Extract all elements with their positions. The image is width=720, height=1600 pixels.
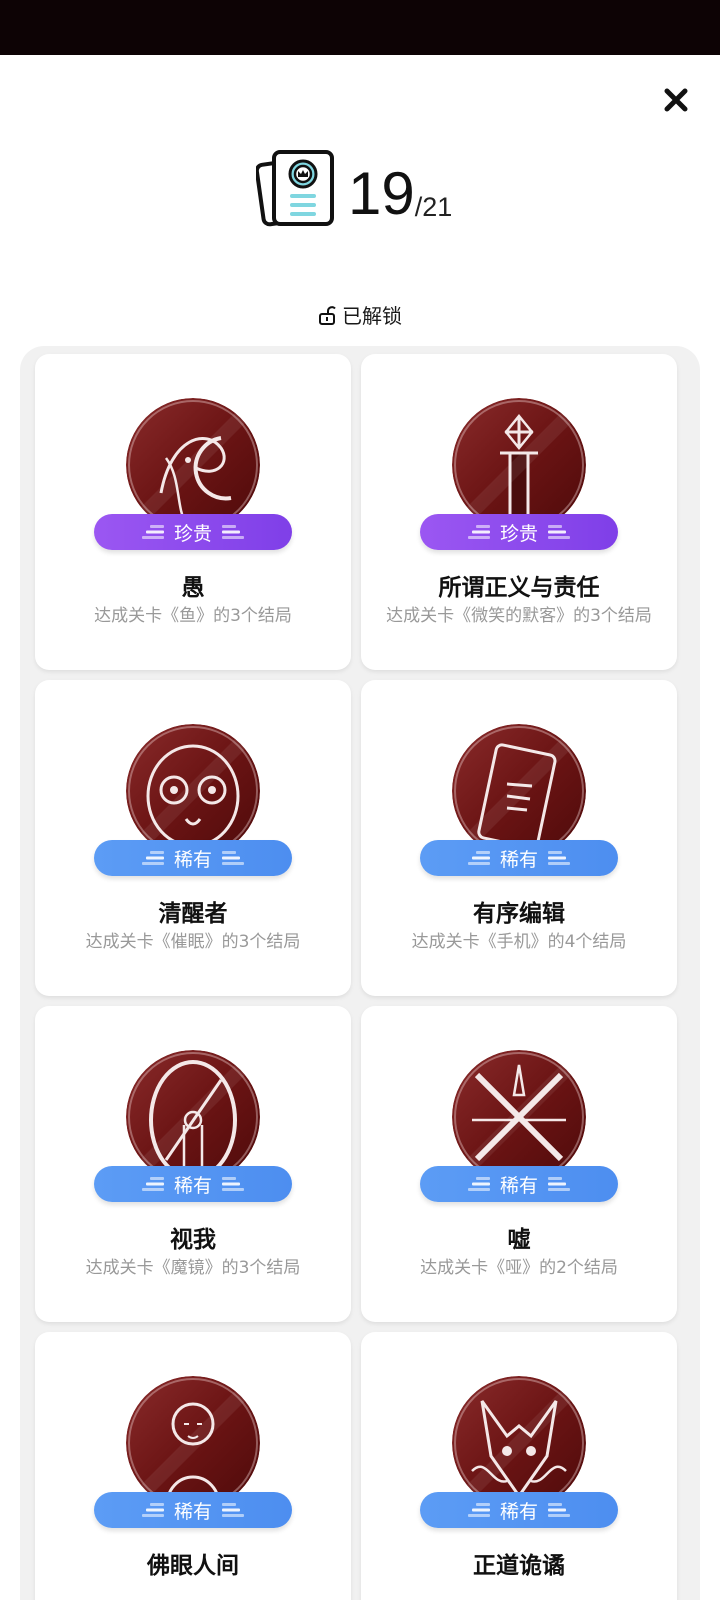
achievement-title: 正道诡谲 xyxy=(473,1553,565,1579)
rarity-label: 稀有 xyxy=(499,848,538,871)
rarity-badge: 稀有 xyxy=(94,1166,292,1202)
rarity-label: 稀有 xyxy=(173,1174,212,1197)
badge-decoration-icon xyxy=(467,1503,490,1517)
achievement-card[interactable]: 稀有 清醒者 达成关卡《催眠》的3个结局 xyxy=(35,680,351,996)
achievement-card[interactable]: 稀有 视我 达成关卡《魔镜》的3个结局 xyxy=(35,1006,351,1322)
rarity-badge: 稀有 xyxy=(94,840,292,876)
achievement-card[interactable]: 稀有 佛眼人间 xyxy=(35,1332,351,1600)
achievement-description: 达成关卡《手机》的4个结局 xyxy=(411,932,627,952)
rarity-badge: 珍贵 xyxy=(94,514,292,550)
achievement-medal-image xyxy=(126,1376,260,1510)
achievement-card[interactable]: 稀有 正道诡谲 xyxy=(361,1332,677,1600)
achievement-medal-image xyxy=(126,724,260,858)
achievements-grid: 珍贵 愚 达成关卡《鱼》的3个结局 珍贵 所谓正义与责任 达成关卡《微笑的默客》… xyxy=(20,346,700,1600)
unlocked-count: 19 xyxy=(348,160,415,227)
book-crown-icon xyxy=(256,150,334,227)
badge-decoration-icon xyxy=(548,1177,570,1191)
rarity-badge: 珍贵 xyxy=(420,514,618,550)
achievement-title: 嘘 xyxy=(507,1227,531,1253)
status-bar xyxy=(0,0,720,55)
achievement-title: 佛眼人间 xyxy=(147,1553,239,1579)
achievement-description: 达成关卡《催眠》的3个结局 xyxy=(85,932,301,952)
achievement-medal-image xyxy=(452,1050,586,1184)
badge-decoration-icon xyxy=(467,851,490,865)
rarity-label: 稀有 xyxy=(173,848,212,871)
achievement-medal-image xyxy=(452,1376,586,1510)
achievement-description: 达成关卡《鱼》的3个结局 xyxy=(94,606,292,626)
achievement-description: 达成关卡《魔镜》的3个结局 xyxy=(85,1258,301,1278)
badge-decoration-icon xyxy=(467,525,490,539)
rarity-label: 稀有 xyxy=(499,1500,538,1523)
rarity-label: 稀有 xyxy=(173,1500,212,1523)
badge-decoration-icon xyxy=(222,525,244,539)
badge-decoration-icon xyxy=(141,1177,164,1191)
unlock-icon xyxy=(319,305,336,325)
badge-decoration-icon xyxy=(222,1503,244,1517)
badge-decoration-icon xyxy=(222,1177,244,1191)
achievement-card[interactable]: 稀有 有序编辑 达成关卡《手机》的4个结局 xyxy=(361,680,677,996)
rarity-badge: 稀有 xyxy=(94,1492,292,1528)
rarity-badge: 稀有 xyxy=(420,1492,618,1528)
badge-decoration-icon xyxy=(222,851,244,865)
badge-decoration-icon xyxy=(548,851,570,865)
achievement-description: 达成关卡《哑》的2个结局 xyxy=(420,1258,618,1278)
section-title: 已解锁 xyxy=(0,300,720,329)
achievement-title: 清醒者 xyxy=(158,901,228,927)
achievement-medal-image xyxy=(126,398,260,532)
rarity-badge: 稀有 xyxy=(420,1166,618,1202)
rarity-label: 珍贵 xyxy=(499,522,538,545)
section-title-label: 已解锁 xyxy=(342,304,402,328)
badge-decoration-icon xyxy=(141,525,164,539)
achievement-medal-image xyxy=(126,1050,260,1184)
total-count: /21 xyxy=(414,192,453,222)
achievement-card[interactable]: 珍贵 愚 达成关卡《鱼》的3个结局 xyxy=(35,354,351,670)
close-button[interactable] xyxy=(658,82,694,118)
achievement-card[interactable]: 稀有 嘘 达成关卡《哑》的2个结局 xyxy=(361,1006,677,1322)
rarity-badge: 稀有 xyxy=(420,840,618,876)
achievement-card[interactable]: 珍贵 所谓正义与责任 达成关卡《微笑的默客》的3个结局 xyxy=(361,354,677,670)
achievement-title: 有序编辑 xyxy=(473,901,565,927)
achievement-title: 视我 xyxy=(170,1227,216,1253)
badge-decoration-icon xyxy=(467,1177,490,1191)
badge-decoration-icon xyxy=(141,851,164,865)
badge-decoration-icon xyxy=(548,525,570,539)
rarity-label: 珍贵 xyxy=(173,522,212,545)
achievement-title: 愚 xyxy=(181,575,205,601)
badge-decoration-icon xyxy=(548,1503,570,1517)
achievement-title: 所谓正义与责任 xyxy=(438,575,600,601)
rarity-label: 稀有 xyxy=(499,1174,538,1197)
achievement-medal-image xyxy=(452,724,586,858)
close-icon xyxy=(664,88,688,112)
achievement-counter: 19 /21 xyxy=(256,150,452,230)
badge-decoration-icon xyxy=(141,1503,164,1517)
achievement-medal-image xyxy=(452,398,586,532)
achievement-description: 达成关卡《微笑的默客》的3个结局 xyxy=(386,606,652,626)
